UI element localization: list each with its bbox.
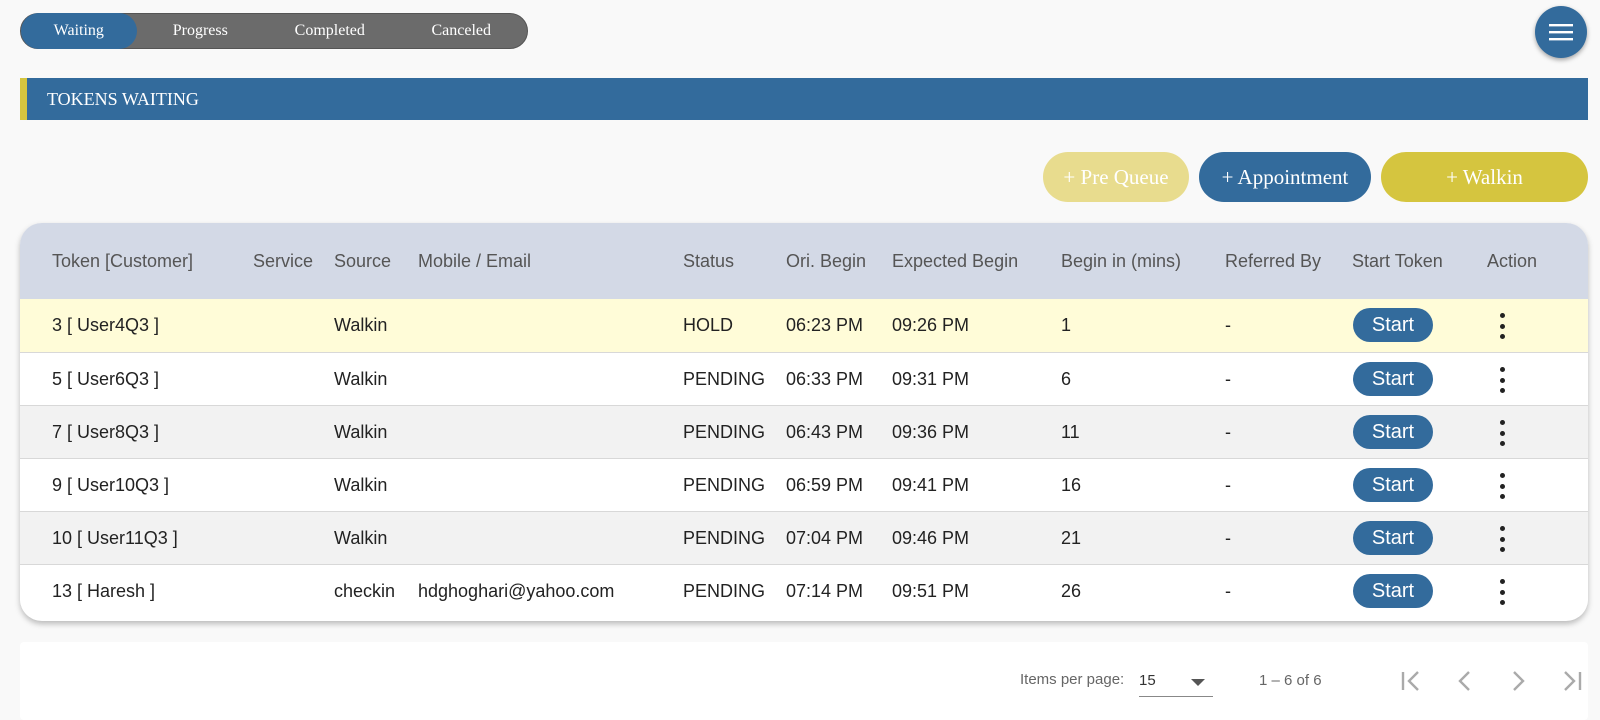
cell-token: 3 [ User4Q3 ] xyxy=(52,315,160,335)
cell-status: PENDING xyxy=(683,422,766,442)
more-vert-icon[interactable] xyxy=(1497,579,1507,605)
table-row: 5 [ User6Q3 ] Walkin PENDING 06:33 PM 09:31 … xyxy=(20,352,1588,405)
tab-completed[interactable]: Completed xyxy=(264,13,395,49)
cell-begin-in: 26 xyxy=(1061,581,1082,601)
cell-begin-in: 6 xyxy=(1061,369,1072,389)
header-expected-begin: Expected Begin xyxy=(892,250,1019,271)
paginator: Items per page: 15 1 – 6 of 6 xyxy=(20,642,1588,720)
more-vert-icon[interactable] xyxy=(1497,420,1507,446)
cell-ori-begin: 07:14 PM xyxy=(786,581,864,601)
items-per-page-select[interactable]: 15 xyxy=(1139,668,1213,697)
last-page-icon[interactable] xyxy=(1555,666,1585,696)
page-range-label: 1 – 6 of 6 xyxy=(1259,672,1322,689)
header-action: Action xyxy=(1487,250,1538,271)
header-start-token: Start Token xyxy=(1352,250,1443,271)
start-token-button[interactable]: Start xyxy=(1353,574,1433,608)
header-token: Token [Customer] xyxy=(52,250,194,271)
table-body: 3 [ User4Q3 ] Walkin HOLD 06:23 PM 09:26 PM 1… xyxy=(20,299,1588,617)
header-service: Service xyxy=(253,250,314,271)
start-token-button[interactable]: Start xyxy=(1353,468,1433,502)
cell-referred-by: - xyxy=(1225,369,1231,389)
cell-ori-begin: 06:33 PM xyxy=(786,369,864,389)
cell-source: Walkin xyxy=(334,315,388,335)
cell-status: PENDING xyxy=(683,369,766,389)
more-vert-icon[interactable] xyxy=(1497,313,1507,339)
header-contact: Mobile / Email xyxy=(418,250,532,271)
table-row: 3 [ User4Q3 ] Walkin HOLD 06:23 PM 09:26 PM 1… xyxy=(20,299,1588,352)
dropdown-caret-icon xyxy=(1191,679,1205,686)
tokens-table: Token [Customer] Service Source Mobile /… xyxy=(20,223,1588,621)
items-per-page-value: 15 xyxy=(1139,672,1156,689)
cell-expected-begin: 09:36 PM xyxy=(892,422,970,442)
start-token-button[interactable]: Start xyxy=(1353,308,1433,342)
cell-expected-begin: 09:51 PM xyxy=(892,581,970,601)
header-source: Source xyxy=(334,250,392,271)
cell-token: 9 [ User10Q3 ] xyxy=(52,475,170,495)
cell-status: PENDING xyxy=(683,475,766,495)
cell-begin-in: 1 xyxy=(1061,315,1072,335)
cell-source: Walkin xyxy=(334,369,388,389)
cell-status: PENDING xyxy=(683,581,766,601)
cell-token: 13 [ Haresh ] xyxy=(52,581,156,601)
cell-source: Walkin xyxy=(334,528,388,548)
table-row: 9 [ User10Q3 ] Walkin PENDING 06:59 PM 09:41… xyxy=(20,458,1588,511)
cell-ori-begin: 06:23 PM xyxy=(786,315,864,335)
cell-referred-by: - xyxy=(1225,528,1231,548)
previous-page-icon[interactable] xyxy=(1450,666,1480,696)
more-vert-icon[interactable] xyxy=(1497,473,1507,499)
table-header: Token [Customer] Service Source Mobile /… xyxy=(20,223,1588,299)
hamburger-menu-icon xyxy=(1549,24,1573,41)
cell-source: Walkin xyxy=(334,475,388,495)
more-vert-icon[interactable] xyxy=(1497,367,1507,393)
cell-status: PENDING xyxy=(683,528,766,548)
cell-expected-begin: 09:46 PM xyxy=(892,528,970,548)
tab-progress[interactable]: Progress xyxy=(137,13,265,49)
cell-token: 10 [ User11Q3 ] xyxy=(52,528,178,548)
cell-status: HOLD xyxy=(683,315,734,335)
cell-token: 5 [ User6Q3 ] xyxy=(52,369,160,389)
table-row: 13 [ Haresh ] checkin hdghoghari@yahoo.com… xyxy=(20,564,1588,617)
cell-referred-by: - xyxy=(1225,475,1231,495)
cell-expected-begin: 09:31 PM xyxy=(892,369,970,389)
table-row: 10 [ User11Q3 ] Walkin PENDING 07:04 PM 09:4… xyxy=(20,511,1588,564)
start-token-button[interactable]: Start xyxy=(1353,362,1433,396)
next-page-icon[interactable] xyxy=(1503,666,1533,696)
cell-source: checkin xyxy=(334,581,396,601)
menu-button[interactable] xyxy=(1535,6,1587,58)
cell-expected-begin: 09:41 PM xyxy=(892,475,970,495)
header-begin-in: Begin in (mins) xyxy=(1061,250,1182,271)
cell-expected-begin: 09:26 PM xyxy=(892,315,970,335)
items-per-page-label: Items per page: xyxy=(1020,671,1125,688)
cell-ori-begin: 06:43 PM xyxy=(786,422,864,442)
header-status: Status xyxy=(683,250,735,271)
first-page-icon[interactable] xyxy=(1398,666,1428,696)
tab-waiting[interactable]: Waiting xyxy=(21,13,137,49)
section-title: TOKENS WAITING xyxy=(47,88,199,109)
pre-queue-button[interactable]: + Pre Queue xyxy=(1043,152,1189,202)
section-title-bar: TOKENS WAITING xyxy=(20,78,1588,120)
cell-begin-in: 11 xyxy=(1061,422,1080,442)
status-tabs: Waiting Progress Completed Canceled xyxy=(20,13,528,49)
cell-begin-in: 16 xyxy=(1061,475,1082,495)
cell-referred-by: - xyxy=(1225,581,1231,601)
start-token-button[interactable]: Start xyxy=(1353,415,1433,449)
header-ori-begin: Ori. Begin xyxy=(786,250,867,271)
cell-contact: hdghoghari@yahoo.com xyxy=(418,581,615,601)
header-referred-by: Referred By xyxy=(1225,250,1322,271)
cell-ori-begin: 06:59 PM xyxy=(786,475,864,495)
cell-referred-by: - xyxy=(1225,422,1231,442)
add-appointment-button[interactable]: + Appointment xyxy=(1199,152,1371,202)
more-vert-icon[interactable] xyxy=(1497,526,1507,552)
cell-begin-in: 21 xyxy=(1061,528,1082,548)
add-walkin-button[interactable]: + Walkin xyxy=(1381,152,1588,202)
cell-ori-begin: 07:04 PM xyxy=(786,528,864,548)
cell-source: Walkin xyxy=(334,422,388,442)
start-token-button[interactable]: Start xyxy=(1353,521,1433,555)
cell-referred-by: - xyxy=(1225,315,1231,335)
tab-canceled[interactable]: Canceled xyxy=(396,13,527,49)
table-row: 7 [ User8Q3 ] Walkin PENDING 06:43 PM 09:36 … xyxy=(20,405,1588,458)
cell-token: 7 [ User8Q3 ] xyxy=(52,422,160,442)
